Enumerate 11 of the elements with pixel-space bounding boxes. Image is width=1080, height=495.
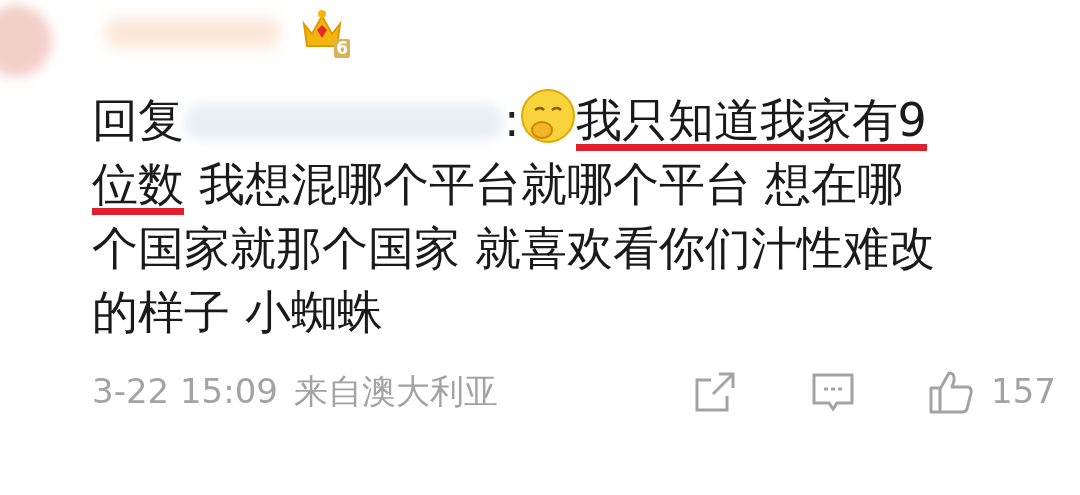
- comment-text: 的样子 小蜘蛛: [92, 285, 383, 339]
- comment-source: 来自澳大利亚: [293, 370, 498, 413]
- comment-time: 3-22 15:09: [92, 370, 278, 413]
- comment-text: 个国家就那个国家 就喜欢看你们汁性难改: [92, 221, 935, 275]
- comment-text: 位数 我想混哪个平台就哪个平台 想在哪: [92, 157, 904, 215]
- colon-text: :: [504, 93, 520, 147]
- level-number: 6: [334, 39, 350, 58]
- blurred-avatar[interactable]: [0, 5, 52, 77]
- reply-label: 回复: [92, 93, 184, 147]
- emoji-icon: [519, 88, 576, 144]
- like-count: 157: [991, 370, 1056, 413]
